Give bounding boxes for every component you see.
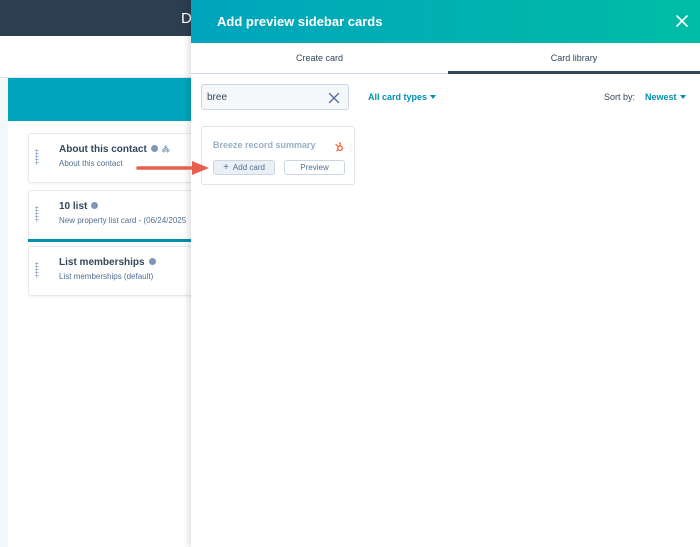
properties-icon: ⁂ <box>161 145 170 154</box>
search-field[interactable] <box>201 84 349 110</box>
preview-header-band <box>8 78 208 121</box>
sidebar-card-list-memberships[interactable]: List memberships List memberships (defau… <box>28 246 208 296</box>
panel-title: Add preview sidebar cards <box>217 14 383 29</box>
card-types-filter[interactable]: All card types <box>368 92 437 102</box>
drag-handle-icon[interactable] <box>35 149 39 165</box>
add-cards-panel: Add preview sidebar cards Create card Ca… <box>191 0 700 547</box>
sort-label: Sort by: <box>604 92 636 102</box>
library-card-title: Breeze record summary <box>213 140 316 150</box>
close-icon[interactable] <box>674 13 690 29</box>
sort-value: Newest <box>645 92 677 102</box>
annotation-arrow-icon <box>136 161 209 175</box>
info-icon[interactable] <box>91 201 99 209</box>
preview-sidebar-area <box>8 121 208 547</box>
plus-icon: + <box>223 162 229 173</box>
info-icon[interactable] <box>148 257 156 265</box>
card-subtitle: List memberships (default) <box>59 272 154 281</box>
sort-dropdown[interactable]: Newest <box>645 92 686 102</box>
caret-down-icon <box>679 94 686 99</box>
tab-create-card[interactable]: Create card <box>191 43 448 74</box>
tab-card-library[interactable]: Card library <box>448 43 700 74</box>
library-card: Breeze record summary + Add card Preview <box>201 126 355 185</box>
search-input[interactable] <box>207 90 317 105</box>
caret-down-icon <box>430 94 437 99</box>
card-title: List memberships <box>59 257 145 268</box>
card-types-label: All card types <box>368 92 428 102</box>
sidebar-card-10-list[interactable]: 10 list New property list card - (06/24/… <box>28 190 208 240</box>
add-card-label: Add card <box>232 163 265 172</box>
card-subtitle: New property list card - (06/24/2025 <box>59 216 187 225</box>
info-icon[interactable] <box>150 144 158 152</box>
preview-button[interactable]: Preview <box>284 160 345 175</box>
panel-header: Add preview sidebar cards <box>191 0 700 43</box>
card-title: 10 list <box>59 201 88 212</box>
card-title: About this contact <box>59 144 147 155</box>
drop-indicator-line <box>28 239 198 242</box>
clear-search-icon[interactable] <box>328 91 340 104</box>
panel-tabs: Create card Card library <box>191 43 700 74</box>
hubspot-sprocket-icon <box>334 139 344 152</box>
card-subtitle: About this contact <box>59 159 123 168</box>
add-card-button[interactable]: + Add card <box>213 160 275 175</box>
drag-handle-icon[interactable] <box>35 262 39 278</box>
drag-handle-icon[interactable] <box>35 206 39 222</box>
